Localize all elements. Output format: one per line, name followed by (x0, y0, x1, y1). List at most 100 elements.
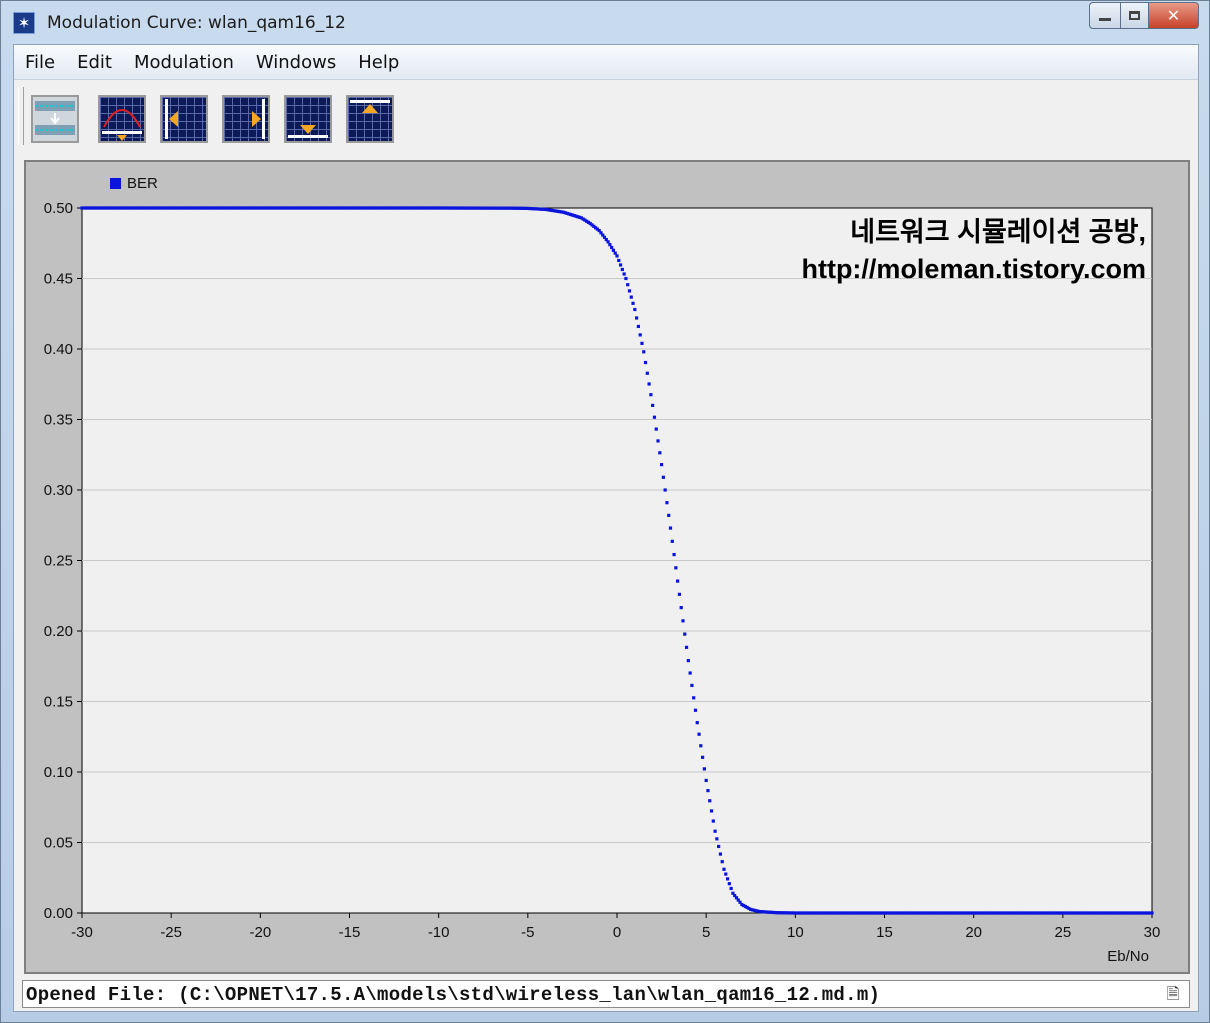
ber-point (654, 427, 658, 431)
y-tick-label: 0.05 (44, 835, 73, 852)
app-window: ✶ Modulation Curve: wlan_qam16_12 ✕ File… (0, 0, 1210, 1023)
ber-point (651, 403, 655, 407)
watermark-line1: 네트워크 시뮬레이션 공방, (850, 217, 1146, 247)
ber-point (699, 744, 703, 748)
ber-point (618, 263, 623, 267)
ber-point (674, 566, 678, 570)
minimize-icon (1099, 18, 1111, 21)
ber-point (629, 295, 633, 299)
arrow-left-icon (165, 99, 178, 139)
ber-point (624, 276, 628, 281)
ber-point (706, 789, 710, 793)
ber-point (642, 350, 646, 354)
window-controls: ✕ (1089, 2, 1199, 31)
x-axis: -30 -25 -20 -15 -10 -5 0 5 10 15 20 25 30 (71, 913, 1160, 941)
x-tick-label: -15 (339, 924, 361, 941)
ber-point (647, 382, 651, 386)
ber-point (686, 659, 690, 663)
y-tick-label: 0.20 (44, 623, 73, 640)
ber-point (611, 248, 616, 252)
x-tick-label: 5 (702, 924, 710, 941)
ber-point (663, 488, 667, 492)
ber-point (645, 371, 649, 375)
shift-left-button[interactable] (160, 95, 208, 143)
ber-point (718, 852, 723, 856)
arrow-up-icon (350, 100, 390, 113)
shift-right-button[interactable] (222, 95, 270, 143)
y-tick-label: 0.35 (44, 412, 73, 429)
ber-point (690, 683, 694, 688)
ber-point (683, 632, 687, 636)
ber-point (613, 251, 617, 255)
x-tick-label: 30 (1144, 924, 1161, 941)
x-tick-label: -20 (249, 924, 271, 941)
menu-edit[interactable]: Edit (77, 52, 112, 73)
ber-point (615, 254, 619, 258)
status-text: Opened File: (C:\OPNET\17.5.A\models\std… (26, 984, 881, 1006)
ber-point (659, 463, 664, 467)
ber-point (670, 539, 674, 543)
y-tick-label: 0.30 (44, 482, 73, 499)
maximize-icon (1129, 11, 1140, 20)
ber-point (695, 721, 699, 725)
ber-point (617, 258, 621, 263)
ber-point (681, 619, 685, 623)
ber-point (672, 552, 676, 557)
ber-point (677, 592, 682, 596)
ber-point (727, 882, 731, 886)
shift-down-button[interactable] (284, 95, 332, 143)
y-tick-label: 0.00 (44, 905, 73, 922)
ber-point (667, 513, 671, 517)
x-axis-label: Eb/No (1107, 948, 1149, 965)
fit-curve-button[interactable] (98, 95, 146, 143)
ber-point (626, 283, 630, 287)
app-icon[interactable]: ✶ (13, 12, 35, 34)
y-tick-label: 0.45 (44, 271, 73, 288)
ber-point (652, 415, 657, 419)
menu-modulation[interactable]: Modulation (134, 52, 234, 73)
arrow-down-icon (288, 125, 328, 138)
ber-point (668, 526, 673, 530)
ber-point (725, 877, 730, 881)
ber-point (608, 243, 612, 247)
ber-point (679, 605, 683, 610)
x-tick-label: 15 (876, 924, 893, 941)
ber-point (722, 867, 726, 871)
ber-point (640, 341, 644, 345)
close-button[interactable]: ✕ (1149, 2, 1199, 29)
menu-bar: File Edit Modulation Windows Help (14, 45, 1198, 80)
ber-point (656, 439, 660, 443)
toolbar (14, 81, 1198, 151)
modulation-function-button[interactable] (31, 95, 79, 143)
maximize-button[interactable] (1121, 2, 1149, 29)
ber-point (701, 755, 705, 759)
ber-point (702, 767, 706, 771)
x-tick-label: 0 (613, 924, 621, 941)
ber-point (676, 579, 680, 583)
title-bar[interactable]: ✶ Modulation Curve: wlan_qam16_12 ✕ (1, 1, 1209, 43)
ber-chart[interactable]: 0.00 0.05 0.10 0.15 0.20 0.25 0.30 0.35 0.40 0.45… (26, 162, 1188, 972)
ber-point (658, 451, 662, 455)
ber-point (688, 671, 692, 675)
toolbar-grip[interactable] (18, 87, 24, 145)
document-icon[interactable]: 🗎 (1163, 984, 1183, 1004)
menu-windows[interactable]: Windows (256, 52, 336, 73)
ber-point (720, 860, 724, 864)
ber-point (704, 778, 708, 783)
ber-point (708, 799, 712, 803)
ber-point (622, 272, 626, 276)
watermark-line2: http://moleman.tistory.com (801, 254, 1146, 284)
ber-point (693, 708, 698, 712)
window-title: Modulation Curve: wlan_qam16_12 (47, 13, 346, 33)
minimize-button[interactable] (1089, 2, 1121, 29)
menu-file[interactable]: File (25, 52, 55, 73)
shift-up-button[interactable] (346, 95, 394, 143)
ber-point (713, 829, 717, 833)
ber-point (635, 316, 639, 320)
x-tick-label: -5 (521, 924, 534, 941)
y-tick-label: 0.15 (44, 694, 73, 711)
y-tick-label: 0.50 (44, 200, 73, 217)
x-tick-label: 25 (1054, 924, 1071, 941)
ber-point (729, 886, 733, 891)
menu-help[interactable]: Help (358, 52, 399, 73)
